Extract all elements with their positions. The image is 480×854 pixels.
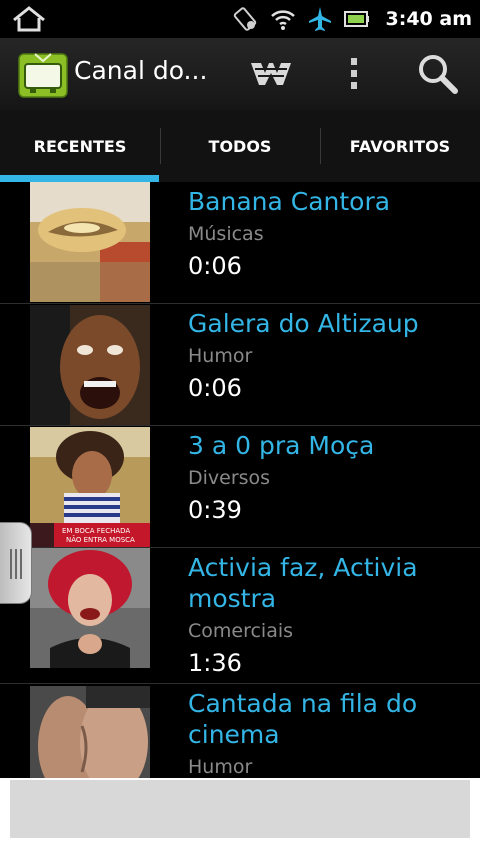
app-title: Canal do... bbox=[74, 56, 208, 85]
list-item[interactable]: Cantada na fila do cinema Humor bbox=[0, 684, 480, 778]
overflow-menu-icon bbox=[351, 58, 357, 89]
thumb-caption-line-1: EM BOCA FECHADA bbox=[62, 527, 130, 535]
action-bar: Canal do... bbox=[0, 38, 480, 110]
list-item[interactable]: Banana Cantora Músicas 0:06 bbox=[0, 182, 480, 304]
video-duration: 1:36 bbox=[188, 649, 242, 677]
video-thumbnail bbox=[30, 182, 150, 302]
search-icon bbox=[419, 55, 458, 94]
channel-logo-icon bbox=[251, 63, 291, 85]
video-title: Banana Cantora bbox=[188, 187, 391, 216]
video-category: Diversos bbox=[188, 467, 271, 489]
home-icon[interactable] bbox=[12, 6, 46, 32]
video-thumbnail bbox=[30, 548, 150, 668]
video-thumbnail bbox=[30, 686, 150, 778]
drawer-handle[interactable] bbox=[0, 522, 32, 604]
status-bar: 3:40 am bbox=[0, 0, 480, 38]
search-button[interactable] bbox=[408, 38, 468, 110]
list-item[interactable]: EM BOCA FECHADA NÃO ENTRA MOSCA 3 a 0 pr… bbox=[0, 426, 480, 548]
video-title: Galera do Altizaup bbox=[188, 309, 419, 338]
video-title: 3 a 0 pra Moça bbox=[188, 431, 375, 460]
tab-bar: RECENTES TODOS FAVORITOS bbox=[0, 110, 480, 182]
video-category: Humor bbox=[188, 756, 253, 778]
status-time: 3:40 am bbox=[385, 8, 473, 30]
video-category: Músicas bbox=[188, 223, 264, 245]
video-title: Cantada na fila do cinema bbox=[188, 689, 418, 749]
video-list[interactable]: Banana Cantora Músicas 0:06 Galera do Al… bbox=[0, 182, 480, 778]
airplane-mode-icon bbox=[308, 7, 331, 31]
video-category: Comerciais bbox=[188, 620, 294, 642]
channel-logo-button[interactable] bbox=[244, 38, 298, 110]
video-title: Activia faz, Activia mostra bbox=[188, 553, 418, 613]
tab-todos[interactable]: TODOS bbox=[160, 110, 320, 182]
wifi-icon bbox=[270, 10, 295, 30]
list-item[interactable]: Galera do Altizaup Humor 0:06 bbox=[0, 304, 480, 426]
list-item[interactable]: Activia faz, Activia mostra Comerciais 1… bbox=[0, 548, 480, 684]
ad-banner[interactable] bbox=[10, 780, 470, 838]
rotation-lock-icon bbox=[233, 7, 256, 31]
video-category: Humor bbox=[188, 345, 253, 367]
video-thumbnail: EM BOCA FECHADA NÃO ENTRA MOSCA bbox=[30, 427, 150, 547]
overflow-menu-button[interactable] bbox=[334, 38, 374, 110]
tab-favoritos[interactable]: FAVORITOS bbox=[320, 110, 480, 182]
app-tv-icon[interactable] bbox=[18, 50, 68, 98]
bottom-area bbox=[0, 778, 480, 854]
video-thumbnail bbox=[30, 305, 150, 425]
video-duration: 0:39 bbox=[188, 496, 242, 524]
video-duration: 0:06 bbox=[188, 252, 242, 280]
thumb-caption-line-2: NÃO ENTRA MOSCA bbox=[66, 535, 135, 544]
battery-icon bbox=[343, 11, 369, 27]
tab-recentes[interactable]: RECENTES bbox=[0, 110, 160, 182]
video-duration: 0:06 bbox=[188, 374, 242, 402]
